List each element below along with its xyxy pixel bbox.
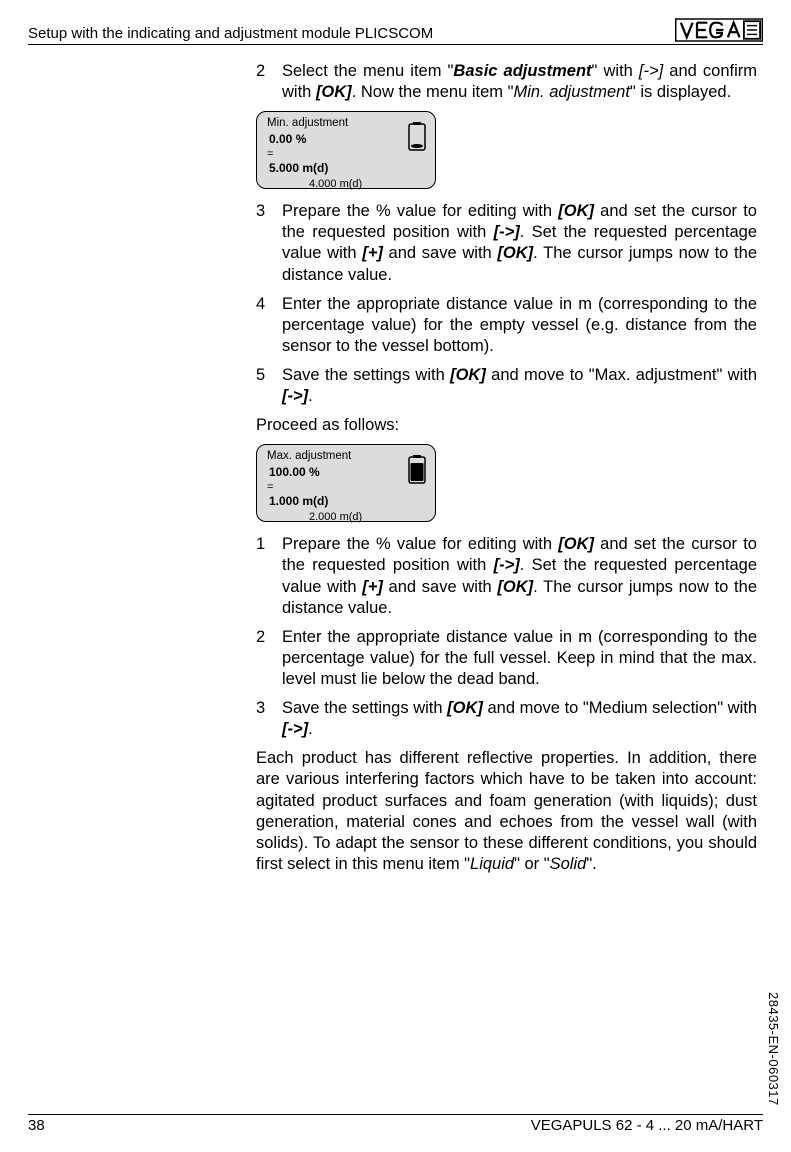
step-text: Enter the appropriate distance value in …: [282, 294, 757, 357]
display-title: Max. adjustment: [267, 449, 427, 464]
display-small: 4.000 m(d): [309, 177, 427, 191]
vessel-full-icon: [407, 455, 427, 485]
document-code: 28435-EN-060317: [766, 992, 781, 1106]
step-text: Prepare the % value for editing with [OK…: [282, 201, 757, 285]
step-item: 2Enter the appropriate distance value in…: [256, 627, 757, 690]
steps-group-b: 3Prepare the % value for editing with [O…: [256, 201, 757, 407]
display-title: Min. adjustment: [267, 116, 427, 131]
display-eq: =: [267, 147, 427, 161]
header-title: Setup with the indicating and adjustment…: [28, 25, 433, 42]
display-percent: 0.00 %: [269, 132, 427, 147]
steps-group-a: 2Select the menu item "Basic adjustment"…: [256, 61, 757, 103]
display-distance: 1.000 m(d): [269, 494, 427, 509]
display-eq: =: [267, 480, 427, 494]
step-text: Save the settings with [OK] and move to …: [282, 365, 757, 407]
step-text: Prepare the % value for editing with [OK…: [282, 534, 757, 618]
step-text: Select the menu item "Basic adjustment" …: [282, 61, 757, 103]
final-paragraph: Each product has different reflective pr…: [256, 748, 757, 875]
step-number: 4: [256, 294, 282, 357]
step-item: 3Prepare the % value for editing with [O…: [256, 201, 757, 285]
page-header: Setup with the indicating and adjustment…: [28, 18, 763, 45]
step-number: 1: [256, 534, 282, 618]
main-content: 2Select the menu item "Basic adjustment"…: [256, 61, 757, 875]
vega-logo-icon: [675, 18, 763, 42]
step-number: 5: [256, 365, 282, 407]
step-number: 3: [256, 201, 282, 285]
vessel-empty-icon: [407, 122, 427, 152]
display-percent: 100.00 %: [269, 465, 427, 480]
display-distance: 5.000 m(d): [269, 161, 427, 176]
display-min-adjustment: Min. adjustment 0.00 % = 5.000 m(d) 4.00…: [256, 111, 436, 189]
page-number: 38: [28, 1117, 45, 1134]
step-item: 2Select the menu item "Basic adjustment"…: [256, 61, 757, 103]
step-item: 3Save the settings with [OK] and move to…: [256, 698, 757, 740]
step-item: 5Save the settings with [OK] and move to…: [256, 365, 757, 407]
proceed-text: Proceed as follows:: [256, 415, 757, 436]
step-number: 3: [256, 698, 282, 740]
display-small: 2.000 m(d): [309, 510, 427, 524]
step-item: 1Prepare the % value for editing with [O…: [256, 534, 757, 618]
step-number: 2: [256, 627, 282, 690]
step-number: 2: [256, 61, 282, 103]
step-item: 4Enter the appropriate distance value in…: [256, 294, 757, 357]
product-name: VEGAPULS 62 - 4 ... 20 mA/HART: [531, 1117, 763, 1134]
display-max-adjustment: Max. adjustment 100.00 % = 1.000 m(d) 2.…: [256, 444, 436, 522]
step-text: Save the settings with [OK] and move to …: [282, 698, 757, 740]
step-text: Enter the appropriate distance value in …: [282, 627, 757, 690]
page-footer: 38 VEGAPULS 62 - 4 ... 20 mA/HART: [28, 1114, 763, 1134]
steps-group-c: 1Prepare the % value for editing with [O…: [256, 534, 757, 740]
